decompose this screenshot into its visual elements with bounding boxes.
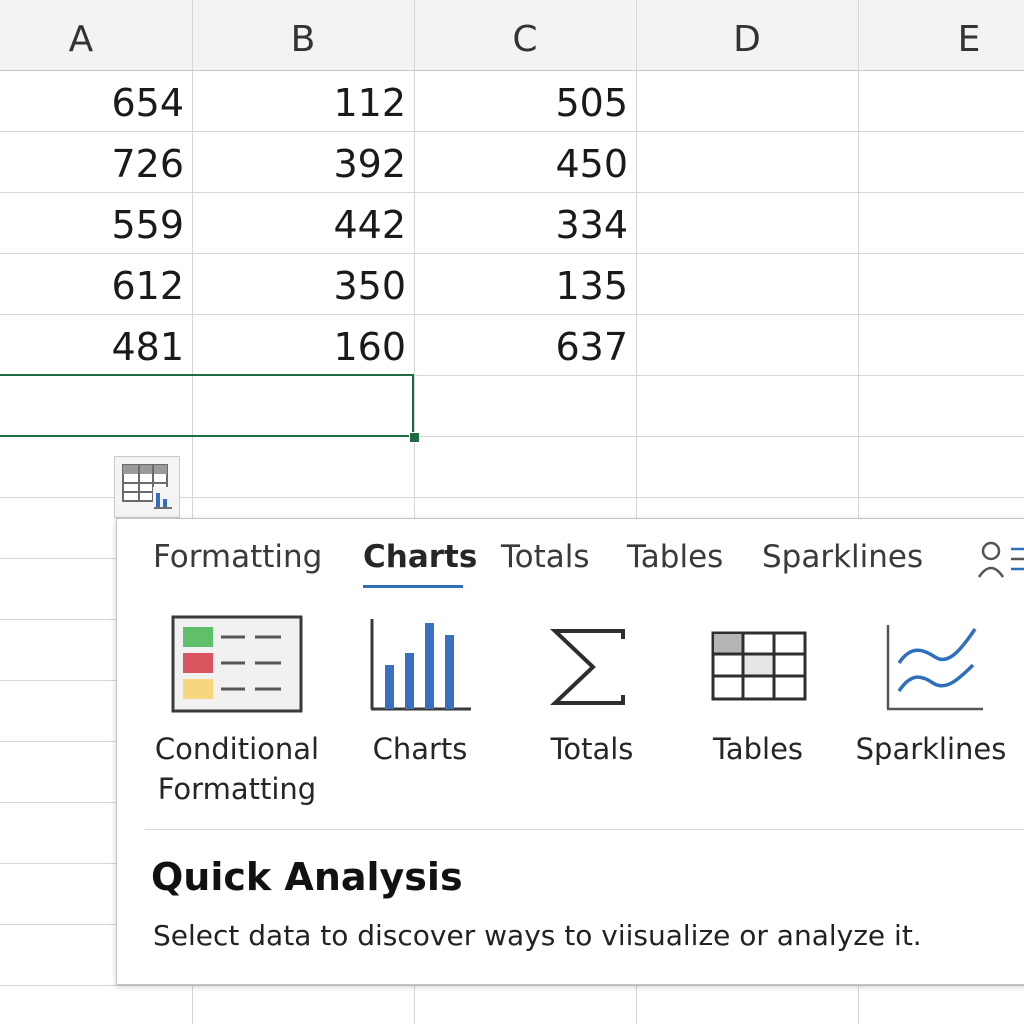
cell-c2[interactable]: 450 bbox=[414, 132, 636, 193]
column-header-c[interactable]: C bbox=[414, 0, 636, 70]
tile-tables[interactable] bbox=[711, 631, 807, 705]
cell-c3[interactable]: 334 bbox=[414, 193, 636, 254]
cell-b1[interactable]: 112 bbox=[192, 71, 414, 132]
quick-analysis-button[interactable] bbox=[114, 456, 180, 518]
column-header-a[interactable]: A bbox=[0, 0, 192, 70]
tile-label-conditional-formatting: Conditional Formatting bbox=[154, 732, 320, 806]
panel-divider bbox=[145, 829, 1024, 830]
cell-b2[interactable]: 392 bbox=[192, 132, 414, 193]
cell-a2[interactable]: 726 bbox=[0, 132, 192, 193]
tile-conditional-formatting[interactable] bbox=[171, 615, 303, 719]
tile-charts[interactable] bbox=[369, 615, 473, 719]
tab-charts[interactable]: Charts bbox=[363, 539, 477, 575]
tile-sparklines[interactable] bbox=[885, 623, 985, 717]
cell-a3[interactable]: 559 bbox=[0, 193, 192, 254]
cell-c4[interactable]: 135 bbox=[414, 254, 636, 315]
tile-label-tables: Tables bbox=[712, 732, 804, 766]
cell-c5[interactable]: 637 bbox=[414, 315, 636, 376]
tile-label-totals: Totals bbox=[550, 732, 634, 766]
quick-analysis-icon bbox=[122, 464, 173, 509]
sparklines-icon bbox=[886, 625, 983, 711]
sigma-icon bbox=[549, 629, 625, 705]
active-tab-indicator bbox=[363, 585, 463, 588]
spreadsheet-window: A B C D E 654 112 505 726 392 450 559 44… bbox=[0, 0, 1024, 1024]
column-header-e[interactable]: E bbox=[858, 0, 1024, 70]
table-icon bbox=[711, 631, 807, 701]
tab-totals[interactable]: Totals bbox=[501, 539, 590, 575]
tile-totals[interactable] bbox=[549, 625, 629, 713]
column-header-d[interactable]: D bbox=[636, 0, 858, 70]
cell-a5[interactable]: 481 bbox=[0, 315, 192, 376]
people-icon[interactable] bbox=[977, 539, 1024, 579]
cell-c1[interactable]: 505 bbox=[414, 71, 636, 132]
row-divider bbox=[0, 985, 1024, 986]
tile-label-charts: Charts bbox=[372, 732, 468, 766]
cell-b3[interactable]: 442 bbox=[192, 193, 414, 254]
cell-b5[interactable]: 160 bbox=[192, 315, 414, 376]
panel-title: Quick Analysis bbox=[151, 855, 463, 899]
tab-formatting[interactable]: Formatting bbox=[153, 539, 322, 575]
cell-b4[interactable]: 350 bbox=[192, 254, 414, 315]
conditional-formatting-icon bbox=[171, 615, 303, 713]
panel-description: Select data to discover ways to viisuali… bbox=[153, 919, 922, 952]
tab-tables[interactable]: Tables bbox=[627, 539, 723, 575]
selection-range[interactable] bbox=[0, 374, 414, 437]
quick-analysis-panel: Formatting Charts Totals Tables Sparklin… bbox=[116, 518, 1024, 985]
tile-label-sparklines: Sparklines bbox=[855, 732, 1007, 766]
cell-a1[interactable]: 654 bbox=[0, 71, 192, 132]
cell-a4[interactable]: 612 bbox=[0, 254, 192, 315]
bar-chart-icon bbox=[370, 619, 471, 711]
tab-sparklines[interactable]: Sparklines bbox=[762, 539, 923, 575]
column-header-b[interactable]: B bbox=[192, 0, 414, 70]
fill-handle[interactable] bbox=[409, 432, 420, 443]
